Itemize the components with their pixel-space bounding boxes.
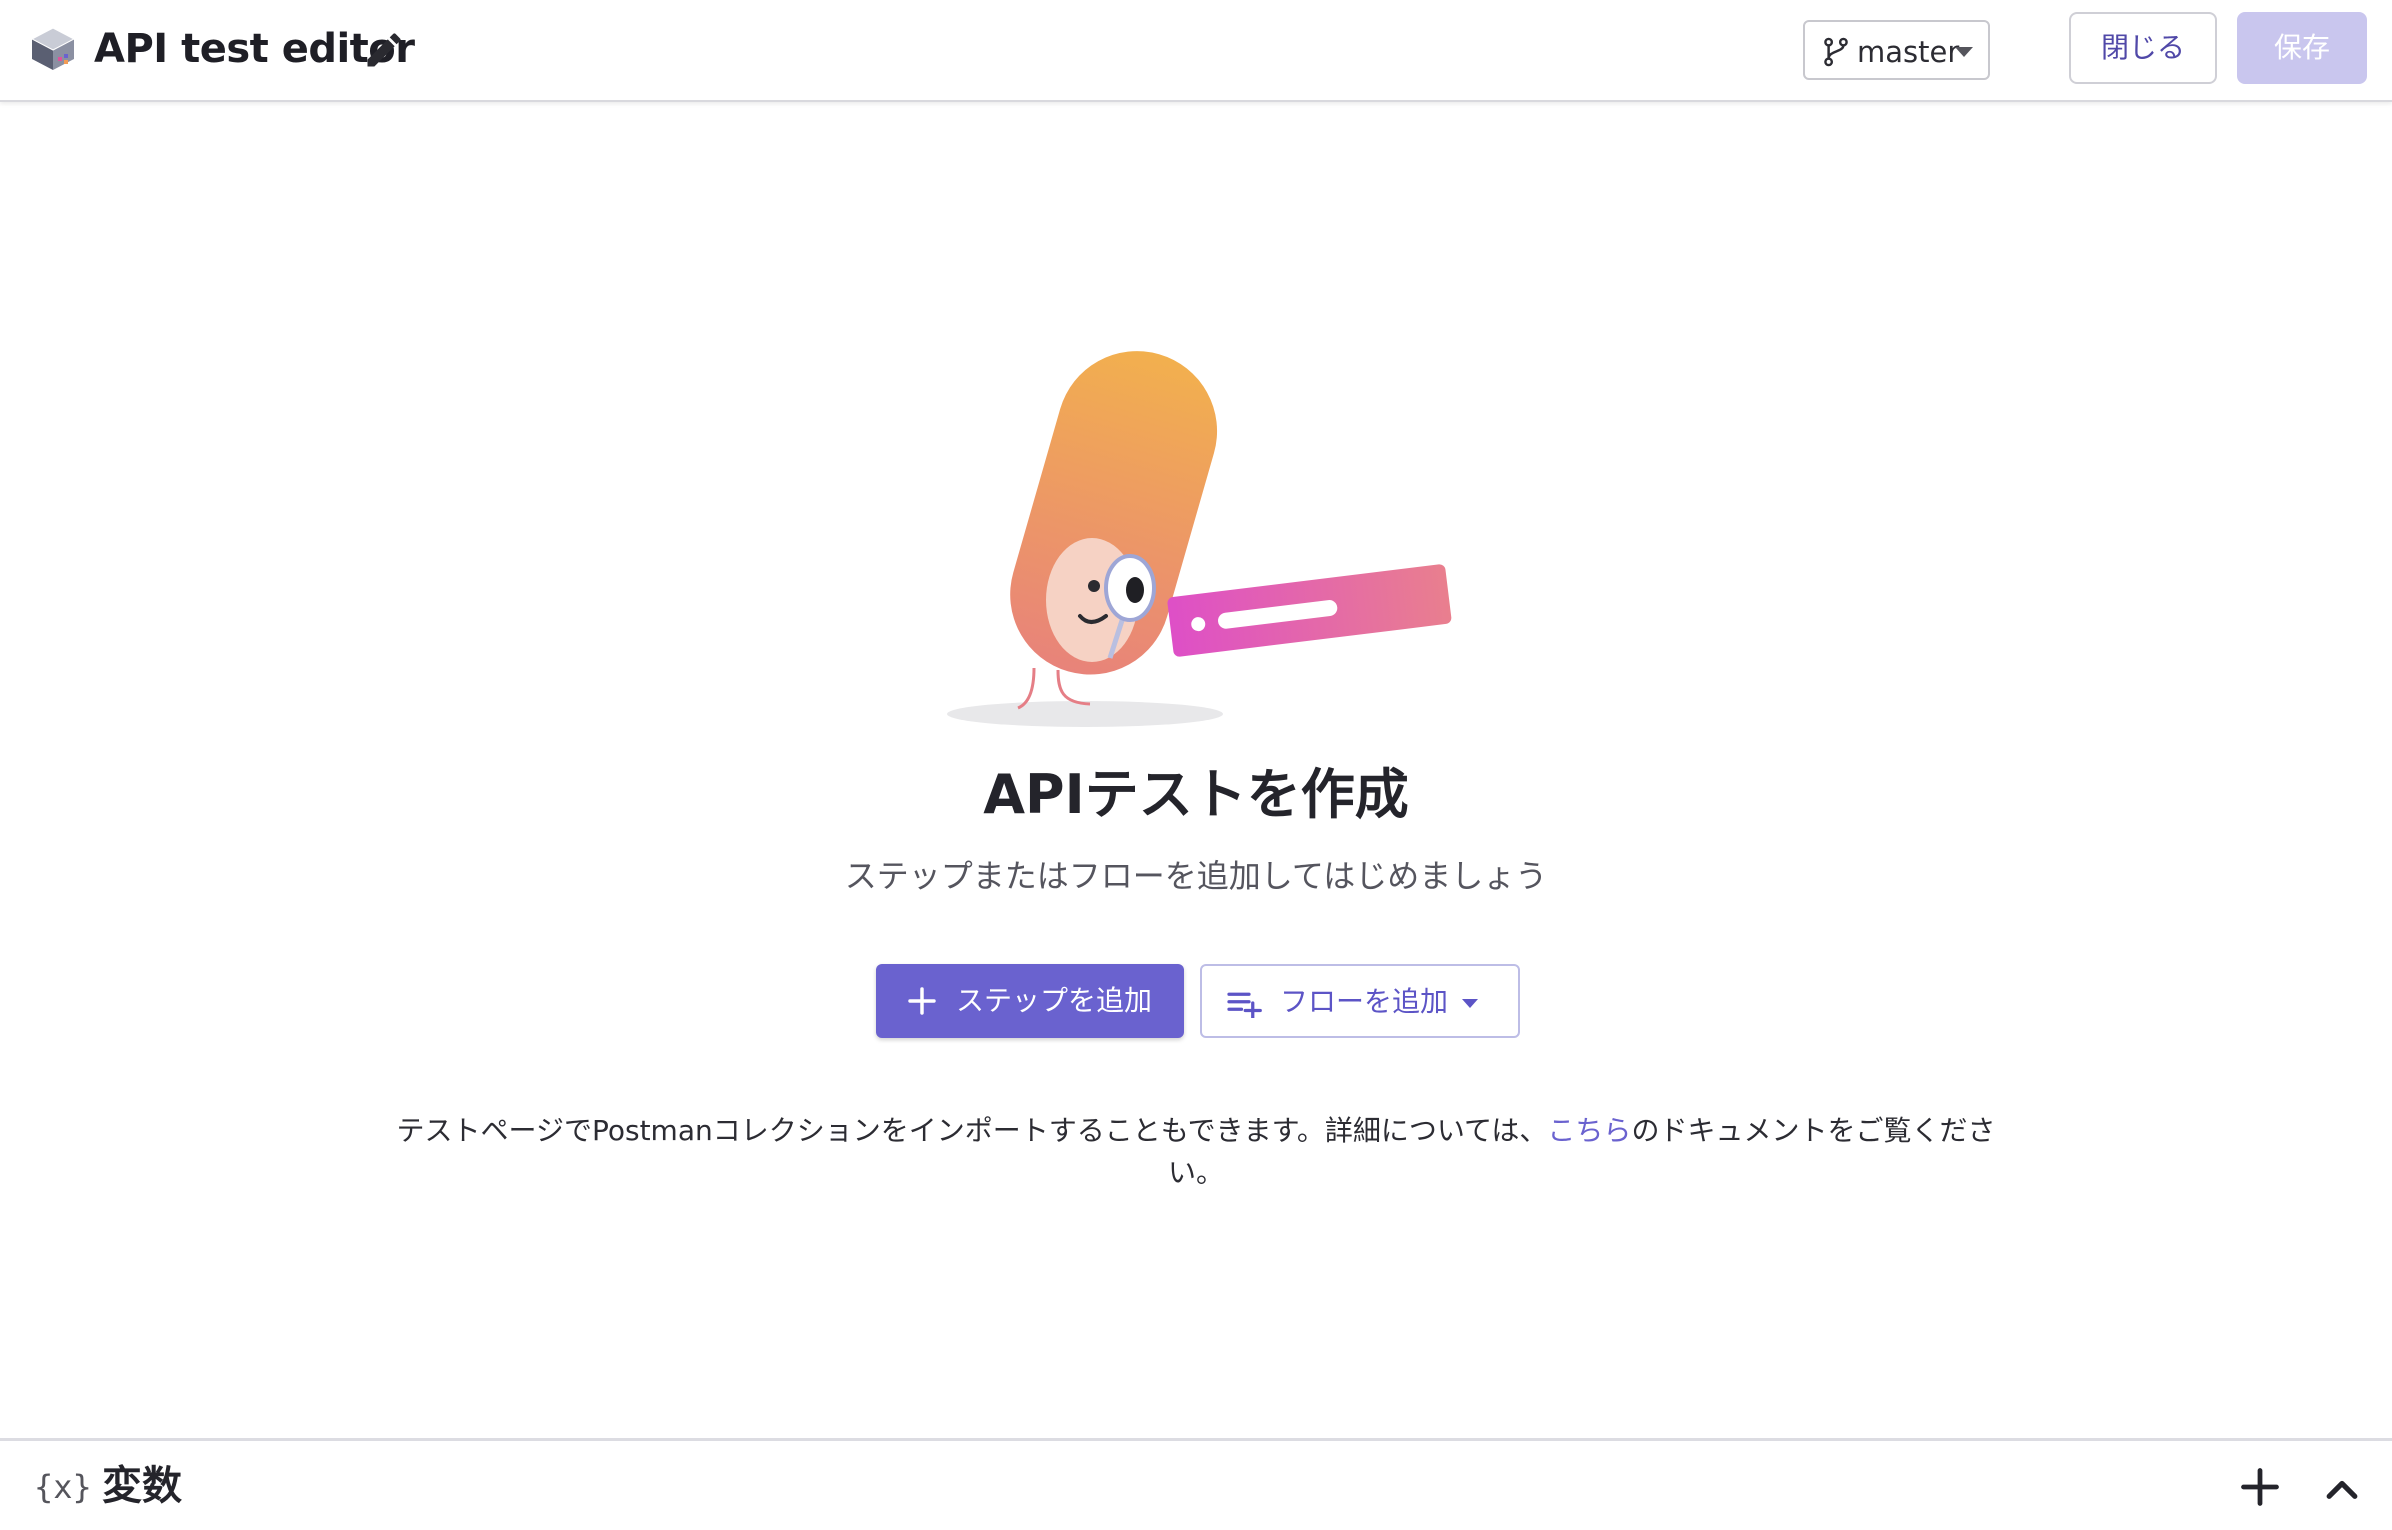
variables-title: 変数 — [102, 1463, 182, 1509]
empty-state-subtitle: ステップまたはフローを追加してはじめましょう — [844, 857, 1548, 895]
app-logo-icon — [30, 27, 76, 70]
add-flow-label: フローを追加 — [1280, 985, 1449, 1018]
git-branch-icon — [1824, 37, 1848, 67]
info-text-prefix: テストページでPostmanコレクションをインポートすることもできます。詳細につ… — [396, 1114, 1548, 1147]
pencil-icon[interactable] — [362, 28, 406, 72]
empty-state-title: APIテストを作成 — [983, 763, 1409, 826]
add-flow-button[interactable]: フローを追加 — [1200, 964, 1520, 1038]
empty-state-illustration — [947, 351, 1452, 727]
branch-select[interactable]: master — [1803, 20, 1990, 80]
playlist-add-icon — [1227, 992, 1262, 1018]
save-button[interactable]: 保存 — [2237, 12, 2367, 84]
plus-icon — [908, 987, 936, 1015]
variable-icon: {x} — [34, 1468, 92, 1506]
chevron-down-icon — [1955, 47, 1973, 57]
chevron-down-icon — [1462, 999, 1478, 1008]
variables-panel: {x} 変数 — [0, 1438, 2392, 1530]
add-step-label: ステップを追加 — [956, 984, 1153, 1017]
close-button[interactable]: 閉じる — [2069, 12, 2217, 84]
branch-label: master — [1857, 35, 1960, 69]
import-info-text: テストページでPostmanコレクションをインポートすることもできます。詳細につ… — [380, 1110, 2012, 1194]
top-bar: API test editor master 閉じる 保存 — [0, 0, 2392, 102]
chevron-up-icon[interactable] — [2320, 1467, 2364, 1511]
add-variable-button[interactable] — [2238, 1465, 2282, 1509]
documentation-link[interactable]: こちら — [1547, 1114, 1631, 1147]
add-step-button[interactable]: ステップを追加 — [876, 964, 1184, 1038]
